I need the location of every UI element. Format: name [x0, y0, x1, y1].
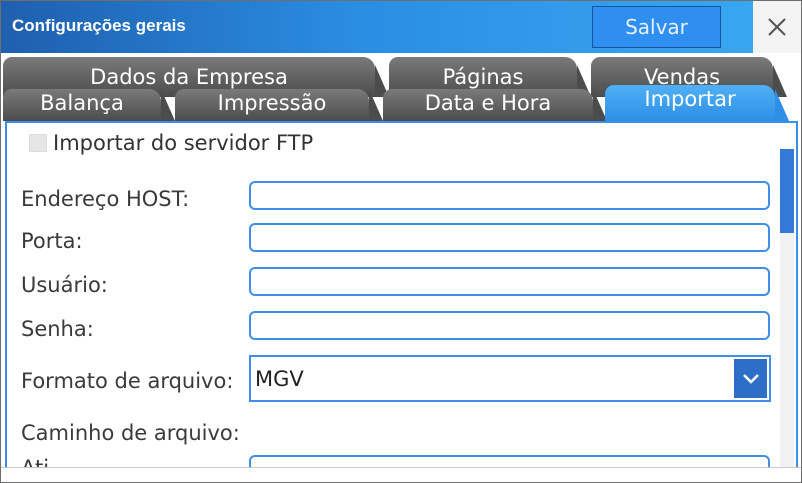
close-icon	[768, 18, 786, 36]
chevron-down-icon	[742, 373, 759, 384]
file-format-value: MGV	[255, 367, 304, 391]
window-title: Configurações gerais	[12, 16, 186, 35]
file-format-label: Formato de arquivo:	[21, 369, 234, 393]
user-label: Usuário:	[21, 273, 108, 297]
file-path-label: Caminho de arquivo:	[21, 421, 240, 445]
file-format-select[interactable]: MGV	[249, 355, 771, 402]
vertical-scrollbar[interactable]	[780, 149, 794, 467]
password-input[interactable]	[249, 311, 770, 340]
settings-window: Configurações gerais Salvar Dados da Emp…	[0, 0, 802, 483]
ftp-import-label: Importar do servidor FTP	[53, 131, 314, 155]
scrollbar-thumb[interactable]	[780, 149, 794, 233]
save-button[interactable]: Salvar	[592, 6, 721, 48]
tab-data-e-hora[interactable]: Data e Hora	[383, 89, 607, 121]
user-input[interactable]	[249, 267, 770, 296]
close-button[interactable]	[753, 1, 801, 53]
tab-impressao[interactable]: Impressão	[175, 89, 383, 121]
bottom-bar	[1, 467, 801, 482]
next-field-input-partial[interactable]	[249, 455, 770, 467]
host-input[interactable]	[249, 181, 770, 210]
tab-strip: Dados da Empresa Páginas Vendas Balança …	[1, 53, 801, 121]
tab-balanca[interactable]: Balança	[3, 89, 175, 121]
title-bar: Configurações gerais Salvar	[1, 1, 801, 53]
next-field-label-partial: Ati	[21, 456, 49, 467]
host-label: Endereço HOST:	[21, 187, 190, 211]
file-format-dropdown-button[interactable]	[734, 359, 767, 398]
ftp-import-option[interactable]: Importar do servidor FTP	[29, 131, 313, 155]
tab-importar[interactable]: Importar	[605, 85, 789, 121]
port-label: Porta:	[21, 229, 83, 253]
import-settings-panel: Importar do servidor FTP Endereço HOST: …	[5, 121, 798, 467]
ftp-import-checkbox[interactable]	[29, 134, 47, 152]
port-input[interactable]	[249, 223, 770, 252]
password-label: Senha:	[21, 317, 94, 341]
